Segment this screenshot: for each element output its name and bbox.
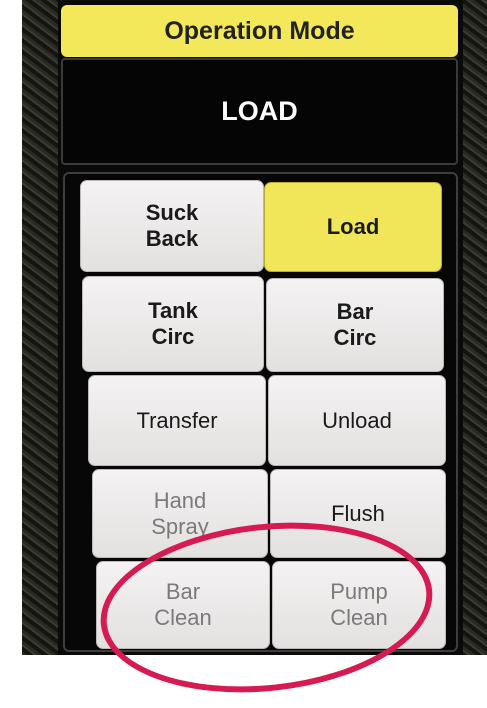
bar-clean-button[interactable]: Bar Clean [96, 561, 270, 649]
hand-spray-button[interactable]: Hand Spray [92, 469, 268, 558]
pump-clean-button[interactable]: Pump Clean [272, 561, 446, 649]
flush-button[interactable]: Flush [270, 469, 446, 558]
operation-mode-title-label: Operation Mode [164, 16, 355, 45]
current-mode-value: LOAD [221, 96, 298, 126]
transfer-button[interactable]: Transfer [88, 375, 266, 466]
load-button[interactable]: Load [264, 182, 442, 272]
bar-circ-button[interactable]: Bar Circ [266, 278, 444, 372]
suck-back-button[interactable]: Suck Back [80, 180, 264, 272]
operation-mode-title: Operation Mode [61, 5, 458, 57]
tank-circ-button[interactable]: Tank Circ [82, 276, 264, 372]
unload-button[interactable]: Unload [268, 375, 446, 466]
current-mode-display: LOAD [61, 58, 458, 165]
